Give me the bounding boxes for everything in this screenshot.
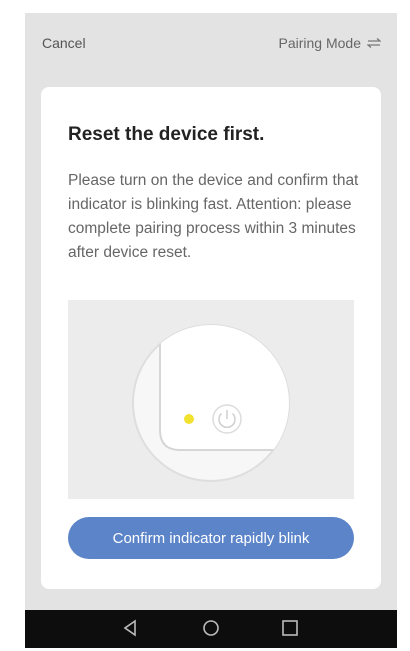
swap-icon (367, 38, 381, 48)
device-illustration (68, 300, 354, 499)
back-icon[interactable] (121, 618, 139, 643)
system-nav-bar (25, 610, 397, 648)
confirm-blink-button[interactable]: Confirm indicator rapidly blink (68, 517, 354, 559)
cancel-button[interactable]: Cancel (42, 35, 86, 51)
reset-instructions-card: Reset the device first. Please turn on t… (41, 87, 381, 589)
app-screen: Cancel Pairing Mode Reset the device fir… (25, 13, 397, 610)
top-bar: Cancel Pairing Mode (25, 13, 397, 75)
card-title: Reset the device first. (68, 124, 265, 145)
pairing-mode-label: Pairing Mode (278, 35, 362, 51)
home-icon[interactable] (201, 618, 221, 643)
recents-icon[interactable] (281, 618, 299, 643)
pairing-mode-button[interactable]: Pairing Mode (278, 35, 381, 51)
card-description: Please turn on the device and confirm th… (68, 172, 359, 261)
indicator-light (184, 414, 194, 424)
device-outline (159, 325, 289, 451)
